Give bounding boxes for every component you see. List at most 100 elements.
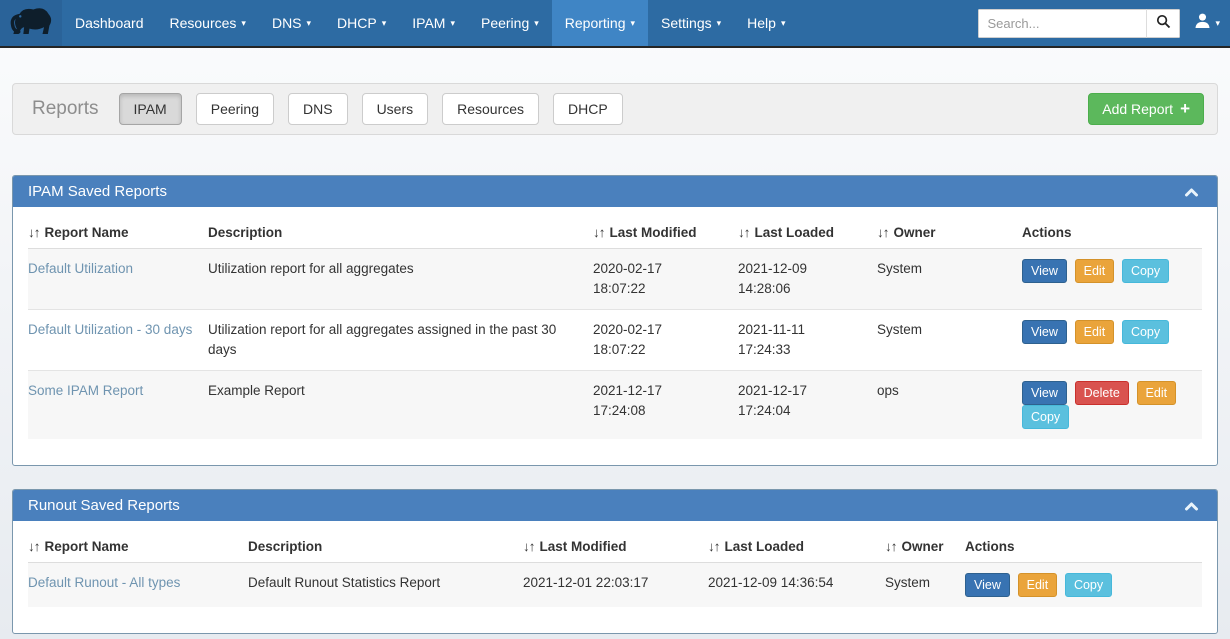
add-report-button[interactable]: Add Report + (1088, 93, 1204, 125)
chevron-down-icon: ▾ (382, 19, 387, 28)
cell-report-name: Default Runout - All types (28, 563, 248, 608)
col-header-label: Report Name (45, 539, 129, 554)
nav-item-help[interactable]: Help ▾ (734, 0, 798, 46)
col-header-description: Description (248, 527, 523, 563)
reports-filter-bar: Reports IPAM Peering DNS Users Resources… (12, 83, 1218, 135)
edit-button[interactable]: Edit (1075, 320, 1115, 344)
col-header-last-modified[interactable]: ↓↑ Last Modified (593, 213, 738, 249)
navbar-right: ▾ (978, 0, 1230, 46)
view-button[interactable]: View (965, 573, 1010, 597)
cell-report-name: Some IPAM Report (28, 371, 208, 440)
col-header-report-name[interactable]: ↓↑Report Name (28, 213, 208, 249)
cell-last-loaded: 2021-11-11 17:24:33 (738, 310, 877, 371)
filter-button-peering[interactable]: Peering (196, 93, 274, 125)
chevron-down-icon: ▾ (717, 19, 722, 28)
search-button[interactable] (1146, 9, 1180, 38)
edit-button[interactable]: Edit (1018, 573, 1058, 597)
col-header-last-loaded[interactable]: ↓↑Last Loaded (738, 213, 877, 249)
table-header-row: ↓↑Report Name Description ↓↑Last Modifie… (28, 213, 1202, 249)
chevron-down-icon: ▾ (781, 19, 786, 28)
nav-item-reporting[interactable]: Reporting▾ (552, 0, 648, 46)
copy-button[interactable]: Copy (1022, 405, 1069, 429)
cell-report-name: Default Utilization (28, 249, 208, 310)
filter-button-ipam[interactable]: IPAM (119, 93, 182, 125)
sort-icon: ↓↑ (593, 225, 605, 240)
mammoth-logo-icon (8, 3, 54, 44)
nav-label: Reporting (565, 15, 626, 31)
report-link[interactable]: Some IPAM Report (28, 383, 143, 398)
edit-button[interactable]: Edit (1137, 381, 1177, 405)
view-button[interactable]: View (1022, 381, 1067, 405)
filter-button-users[interactable]: Users (362, 93, 429, 125)
report-link[interactable]: Default Utilization (28, 261, 133, 276)
nav-item-resources[interactable]: Resources▾ (157, 0, 259, 46)
nav-item-settings[interactable]: Settings ▾ (648, 0, 734, 46)
view-button[interactable]: View (1022, 259, 1067, 283)
cell-description: Example Report (208, 371, 593, 440)
cell-last-loaded: 2021-12-09 14:36:54 (708, 563, 885, 608)
col-header-actions: Actions (965, 527, 1202, 563)
runout-reports-table: ↓↑ Report Name Description ↓↑ Last Modifie… (28, 527, 1202, 607)
filter-button-dns[interactable]: DNS (288, 93, 348, 125)
sort-icon: ↓↑ (28, 225, 40, 240)
table-row: Default Runout - All types Default Runou… (28, 563, 1202, 608)
table-header-row: ↓↑ Report Name Description ↓↑ Last Modifie… (28, 527, 1202, 563)
nav-label: Peering (481, 15, 529, 31)
col-header-label: Owner (894, 225, 936, 240)
nav-label: DHCP (337, 15, 377, 31)
table-row: Default Utilization Utilization report f… (28, 249, 1202, 310)
main-menu: Dashboard Resources▾ DNS▾ DHCP▾ IPAM▾ Pe… (62, 0, 798, 46)
col-header-label: Actions (1022, 225, 1072, 240)
copy-button[interactable]: Copy (1065, 573, 1112, 597)
add-report-label: Add Report (1102, 101, 1173, 117)
view-button[interactable]: View (1022, 320, 1067, 344)
sort-icon: ↓↑ (28, 539, 40, 554)
panel-title: Runout Saved Reports (28, 497, 180, 514)
nav-item-ipam[interactable]: IPAM▾ (399, 0, 468, 46)
edit-button[interactable]: Edit (1075, 259, 1115, 283)
search-group (978, 9, 1180, 38)
report-link[interactable]: Default Utilization - 30 days (28, 322, 192, 337)
nav-item-dhcp[interactable]: DHCP ▾ (324, 0, 399, 46)
nav-item-dns[interactable]: DNS▾ (259, 0, 324, 46)
ipam-saved-reports-panel: IPAM Saved Reports ↓↑Report Name Descrip… (12, 175, 1218, 466)
nav-label: DNS (272, 15, 302, 31)
sort-icon: ↓↑ (523, 539, 535, 554)
copy-button[interactable]: Copy (1122, 259, 1169, 283)
table-row: Default Utilization - 30 days Utilizatio… (28, 310, 1202, 371)
col-header-last-loaded[interactable]: ↓↑Last Loaded (708, 527, 885, 563)
col-header-label: Last Modified (540, 539, 627, 554)
cell-actions: View Edit Copy (1022, 249, 1202, 310)
copy-button[interactable]: Copy (1122, 320, 1169, 344)
cell-owner: ops (877, 371, 1022, 440)
delete-button[interactable]: Delete (1075, 381, 1129, 405)
col-header-report-name[interactable]: ↓↑ Report Name (28, 527, 248, 563)
chevron-down-icon: ▾ (241, 19, 246, 28)
report-link[interactable]: Default Runout - All types (28, 575, 180, 590)
cell-last-loaded: 2021-12-09 14:28:06 (738, 249, 877, 310)
col-header-owner[interactable]: ↓↑Owner (877, 213, 1022, 249)
nav-label: Help (747, 15, 776, 31)
filter-button-dhcp[interactable]: DHCP (553, 93, 623, 125)
nav-label: Dashboard (75, 15, 144, 31)
col-header-last-modified[interactable]: ↓↑ Last Modified (523, 527, 708, 563)
nav-item-peering[interactable]: Peering▾ (468, 0, 552, 46)
cell-description: Utilization report for all aggregates as… (208, 310, 593, 371)
cell-last-modified: 2020-02-17 18:07:22 (593, 249, 738, 310)
collapse-chevron-icon[interactable] (1184, 187, 1199, 197)
col-header-label: Last Modified (610, 225, 697, 240)
filter-button-resources[interactable]: Resources (442, 93, 539, 125)
cell-report-name: Default Utilization - 30 days (28, 310, 208, 371)
nav-label: Settings (661, 15, 712, 31)
collapse-chevron-icon[interactable] (1184, 501, 1199, 511)
col-header-owner[interactable]: ↓↑Owner (885, 527, 965, 563)
cell-last-modified: 2021-12-01 22:03:17 (523, 563, 708, 608)
cell-actions: View Edit Copy (1022, 310, 1202, 371)
cell-owner: System (877, 249, 1022, 310)
col-header-label: Last Loaded (725, 539, 805, 554)
search-input[interactable] (978, 9, 1146, 38)
cell-description: Default Runout Statistics Report (248, 563, 523, 608)
app-logo[interactable] (0, 0, 62, 46)
nav-item-dashboard[interactable]: Dashboard (62, 0, 157, 46)
user-menu[interactable]: ▾ (1194, 12, 1220, 34)
